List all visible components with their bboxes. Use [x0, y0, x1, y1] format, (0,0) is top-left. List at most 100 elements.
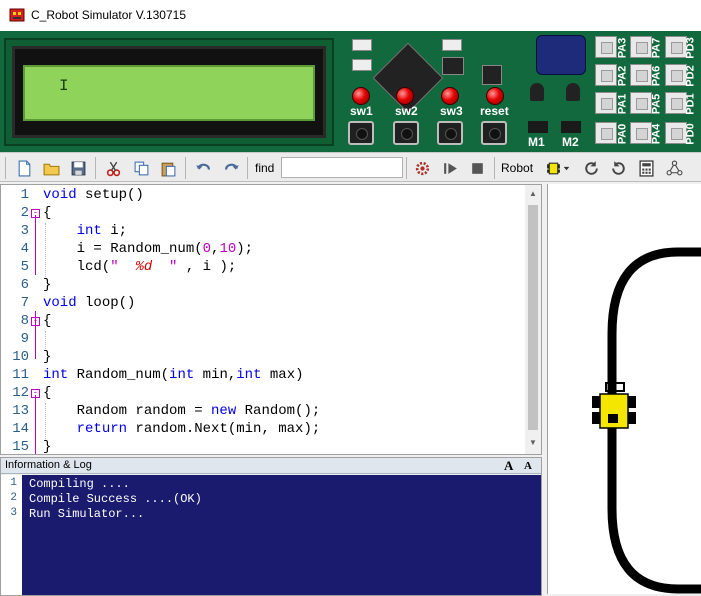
port-connector: [595, 122, 617, 144]
save-icon: [71, 161, 85, 175]
code-line: return random.Next(min, max);: [76, 421, 321, 437]
line-number: 4: [20, 241, 29, 257]
log-line: Compile Success ....(OK): [29, 492, 202, 506]
calculator-icon: [638, 159, 654, 177]
switch-label-sw2: sw2: [395, 104, 418, 118]
window-title: C_Robot Simulator V.130715: [31, 8, 186, 22]
port-label-pd0: PD0: [684, 123, 697, 145]
find-input[interactable]: [281, 157, 403, 178]
font-increase-button[interactable]: A: [504, 458, 513, 474]
rotate-right-icon: [611, 160, 625, 175]
rotate-left-icon: [584, 160, 598, 175]
rotate-left-button[interactable]: [581, 158, 601, 178]
log-output[interactable]: Compiling .... Compile Success ....(OK) …: [22, 475, 541, 595]
open-file-button[interactable]: [41, 158, 61, 178]
fold-line: [35, 215, 36, 275]
line-number: 6: [20, 277, 29, 293]
scroll-up-icon[interactable]: ▲: [528, 189, 538, 198]
led-1: [352, 87, 370, 105]
motor-connector: [528, 121, 548, 133]
transistor: [566, 83, 580, 101]
toolbar-grip: [5, 157, 6, 179]
sw3-button[interactable]: [437, 121, 463, 145]
new-file-button[interactable]: [14, 158, 34, 178]
code-line: }: [43, 277, 52, 293]
stop-icon: [471, 162, 483, 174]
chip-component: [352, 39, 372, 51]
switch-label-reset: reset: [480, 104, 509, 118]
log-line: Run Simulator...: [29, 507, 145, 521]
paste-button[interactable]: [158, 158, 178, 178]
port-connector: [595, 36, 617, 58]
cut-button[interactable]: [103, 158, 123, 178]
code-line: {: [43, 313, 52, 329]
port-connector: [665, 36, 687, 58]
code-line: Random random = new Random();: [43, 403, 321, 419]
network-button[interactable]: [664, 158, 684, 178]
line-number: 12: [12, 385, 29, 401]
motor-label-m2: M2: [562, 135, 579, 149]
font-decrease-button[interactable]: A: [524, 460, 532, 472]
port-connector: [595, 92, 617, 114]
editor-scrollbar[interactable]: ▲ ▼: [525, 185, 541, 454]
led-4: [486, 87, 504, 105]
port-connector: [630, 92, 652, 114]
port-connector: [595, 64, 617, 86]
port-connector: [665, 122, 687, 144]
port-label-pa4: PA4: [650, 123, 663, 145]
save-button[interactable]: [68, 158, 88, 178]
calculator-button[interactable]: [636, 158, 656, 178]
log-panel: Information & Log A A 1 2 3 Compiling ..…: [0, 457, 542, 596]
sw2-button[interactable]: [393, 121, 419, 145]
port-label-pa6: PA6: [650, 65, 663, 87]
scroll-down-icon[interactable]: ▼: [528, 438, 538, 447]
settings-button[interactable]: [412, 158, 432, 178]
code-line: int i;: [76, 223, 128, 239]
undo-button[interactable]: [193, 158, 213, 178]
line-number: 13: [12, 403, 29, 419]
fold-line: [35, 311, 36, 359]
scrollbar-thumb[interactable]: [528, 205, 538, 430]
transistor: [530, 83, 544, 101]
redo-button[interactable]: [221, 158, 241, 178]
line-number: 1: [20, 187, 29, 203]
find-label: find: [255, 161, 275, 175]
board-panel: I sw1 sw2 sw3 reset M1 M2 PA3 PA7 PD3 PA…: [0, 31, 701, 152]
sw1-button[interactable]: [348, 121, 374, 145]
reset-button[interactable]: [481, 121, 507, 145]
gear-icon: [415, 161, 429, 175]
stop-button[interactable]: [467, 158, 487, 178]
code-line: void setup(): [43, 187, 144, 203]
robot-select-button[interactable]: [540, 158, 576, 178]
rotate-right-button[interactable]: [608, 158, 628, 178]
copy-icon: [134, 161, 148, 175]
log-line-number: 3: [10, 507, 17, 519]
port-label-pd2: PD2: [684, 65, 697, 87]
track-view: [592, 247, 701, 594]
line-number: 14: [12, 421, 29, 437]
simulator-canvas[interactable]: [547, 184, 701, 594]
folder-icon: [43, 163, 59, 175]
log-title: Information & Log: [5, 459, 92, 471]
new-file-icon: [18, 160, 30, 176]
port-connector: [665, 64, 687, 86]
chip-component: [352, 59, 372, 71]
line-number: 10: [12, 349, 29, 365]
code-line: }: [43, 349, 52, 365]
toolbar-separator: [95, 157, 96, 179]
play-icon: [443, 162, 457, 174]
toolbar-separator: [406, 157, 407, 179]
code-line: }: [43, 439, 52, 455]
line-number: 5: [20, 259, 29, 275]
chip-component: [482, 65, 502, 85]
log-line: Compiling ....: [29, 477, 130, 491]
log-line-number: 1: [10, 477, 17, 489]
title-bar: C_Robot Simulator V.130715: [0, 0, 701, 31]
port-label-pa0: PA0: [616, 123, 629, 145]
chip-component: [442, 39, 462, 51]
copy-button[interactable]: [131, 158, 151, 178]
code-editor[interactable]: 1 2 3 4 5 6 7 8 9 10 11 12 13 14 15 - - …: [0, 184, 542, 455]
run-button[interactable]: [440, 158, 460, 178]
line-number: 15: [12, 439, 29, 455]
